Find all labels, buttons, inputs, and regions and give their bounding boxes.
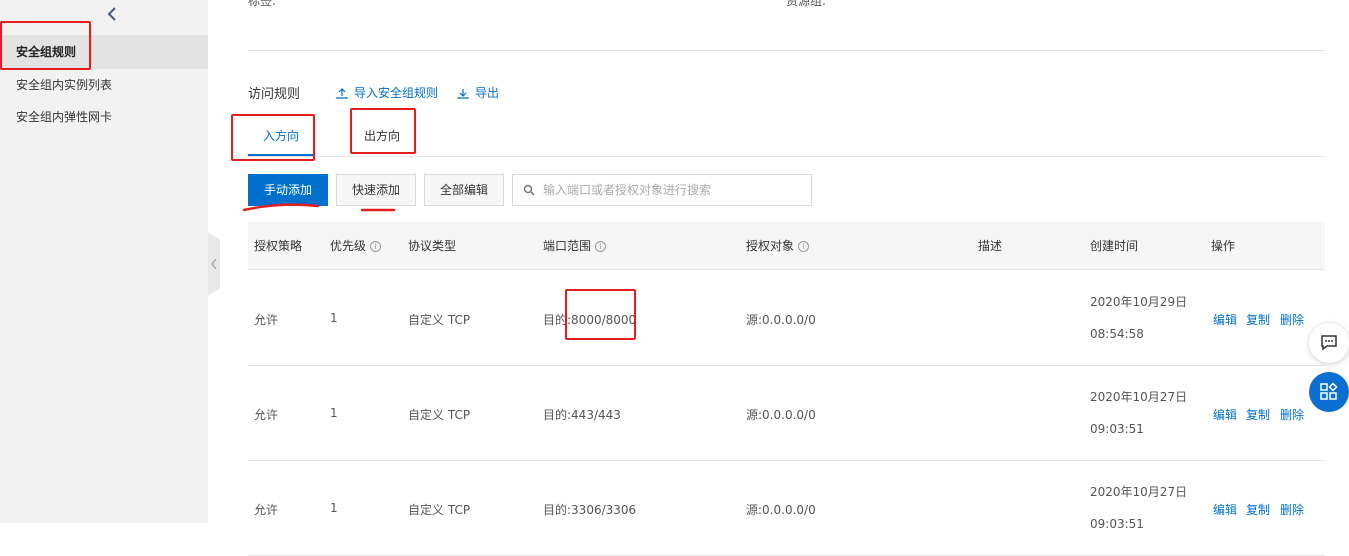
cell-protocol: 自定义 TCP	[408, 503, 471, 517]
main-content: 标签: 资源组: 访问规则 导入安全组规则 导出 入方向 出方向 手动添加 快速…	[248, 0, 1325, 556]
table-row: 允许 1 自定义 TCP 目的:443/443 源:0.0.0.0/0 2020…	[248, 366, 1325, 461]
cell-policy: 允许	[254, 408, 279, 422]
feedback-chat-button[interactable]	[1309, 323, 1349, 363]
cell-priority: 1	[330, 406, 338, 420]
cell-created-time: 09:03:51	[1090, 422, 1144, 436]
import-icon	[336, 87, 348, 99]
cell-policy: 允许	[254, 313, 279, 327]
copy-link[interactable]: 复制	[1246, 311, 1270, 328]
cell-created-date: 2020年10月27日	[1090, 485, 1188, 499]
search-box	[512, 174, 812, 206]
cell-policy: 允许	[254, 503, 279, 517]
tabs-divider	[248, 156, 1325, 157]
collapse-sidebar-icon[interactable]	[104, 4, 120, 24]
col-actions: 操作	[1211, 239, 1236, 253]
delete-link[interactable]: 删除	[1280, 406, 1304, 423]
delete-link[interactable]: 删除	[1280, 311, 1304, 328]
copy-link[interactable]: 复制	[1246, 501, 1270, 518]
resource-group-label: 资源组:	[786, 0, 827, 8]
col-created-time: 创建时间	[1090, 239, 1139, 253]
search-icon	[523, 184, 535, 196]
col-protocol: 协议类型	[408, 239, 457, 253]
chat-icon	[1321, 335, 1337, 351]
cell-source: 源:0.0.0.0/0	[746, 503, 816, 517]
access-rules-title: 访问规则	[248, 87, 301, 102]
edit-link[interactable]: 编辑	[1213, 501, 1237, 518]
cell-source: 源:0.0.0.0/0	[746, 313, 816, 327]
annotation-box	[565, 289, 636, 340]
sidebar: 安全组规则 安全组内实例列表 安全组内弹性网卡	[0, 0, 208, 523]
cell-port: 目的:3306/3306	[543, 503, 637, 517]
delete-link[interactable]: 删除	[1280, 501, 1304, 518]
sidebar-item-eni[interactable]: 安全组内弹性网卡	[0, 100, 208, 134]
export-label: 导出	[475, 86, 500, 100]
col-policy: 授权策略	[254, 239, 303, 253]
tag-label: 标签:	[248, 0, 277, 8]
edit-link[interactable]: 编辑	[1213, 311, 1237, 328]
export-icon	[457, 88, 469, 99]
annotation-underline	[242, 203, 396, 212]
annotation-box	[231, 114, 315, 161]
table-row: 允许 1 自定义 TCP 目的:3306/3306 源:0.0.0.0/0 20…	[248, 461, 1325, 556]
info-icon[interactable]: i	[370, 240, 382, 252]
import-rules-button[interactable]: 导入安全组规则	[336, 84, 438, 101]
cell-created-date: 2020年10月29日	[1090, 295, 1188, 309]
edit-link[interactable]: 编辑	[1213, 406, 1237, 423]
table-header: 授权策略 优先级 i 协议类型 端口范围 i 授权对象 i 描述 创建时间 操作	[248, 222, 1325, 270]
divider	[248, 50, 1325, 51]
search-input[interactable]	[543, 183, 793, 197]
cell-created-time: 08:54:58	[1090, 327, 1144, 341]
sidebar-item-instance-list[interactable]: 安全组内实例列表	[0, 68, 208, 102]
import-rules-label: 导入安全组规则	[354, 86, 439, 100]
chevron-left-icon	[211, 258, 217, 270]
cell-created-date: 2020年10月27日	[1090, 390, 1188, 404]
col-source: 授权对象 i	[746, 222, 810, 270]
cell-source: 源:0.0.0.0/0	[746, 408, 816, 422]
export-button[interactable]: 导出	[457, 84, 499, 101]
col-port: 端口范围 i	[543, 222, 607, 270]
copy-link[interactable]: 复制	[1246, 406, 1270, 423]
cell-port: 目的:443/443	[543, 408, 621, 422]
col-description: 描述	[978, 239, 1003, 253]
info-icon[interactable]: i	[798, 240, 810, 252]
table-row: 允许 1 自定义 TCP 目的:8000/8000 源:0.0.0.0/0 20…	[248, 271, 1325, 366]
cell-priority: 1	[330, 501, 338, 515]
cell-priority: 1	[330, 311, 338, 325]
sidebar-toggle-handle[interactable]	[208, 232, 220, 296]
apps-button[interactable]	[1309, 372, 1349, 412]
cell-created-time: 09:03:51	[1090, 517, 1144, 531]
col-priority: 优先级 i	[330, 222, 382, 270]
apps-grid-icon	[1320, 382, 1338, 400]
info-icon[interactable]: i	[595, 240, 607, 252]
annotation-box	[350, 108, 416, 154]
edit-all-button[interactable]: 全部编辑	[424, 174, 504, 206]
annotation-box	[0, 21, 91, 70]
cell-protocol: 自定义 TCP	[408, 313, 471, 327]
cell-protocol: 自定义 TCP	[408, 408, 471, 422]
